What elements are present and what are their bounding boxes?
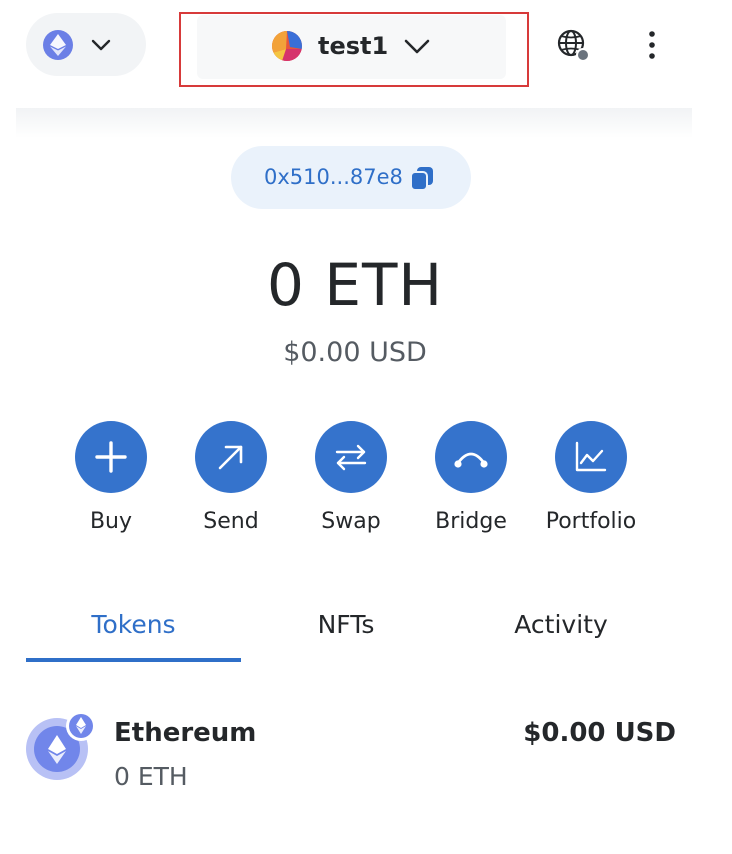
send-label: Send bbox=[203, 509, 259, 534]
arrow-up-right-icon bbox=[195, 421, 267, 493]
address-copy-button[interactable]: 0x510...87e8 bbox=[231, 146, 471, 209]
swap-arrows-icon bbox=[315, 421, 387, 493]
copy-icon bbox=[409, 165, 435, 195]
buy-label: Buy bbox=[89, 509, 133, 534]
bridge-button[interactable]: Bridge bbox=[406, 421, 536, 541]
asset-tabs: Tokens NFTs Activity bbox=[26, 600, 690, 662]
tab-tokens[interactable]: Tokens bbox=[26, 600, 241, 658]
bridge-label: Bridge bbox=[435, 509, 507, 534]
balance-fiat: $0.00 USD bbox=[283, 337, 427, 368]
bridge-icon bbox=[435, 421, 507, 493]
ethereum-token-icon bbox=[26, 711, 96, 781]
account-picker[interactable]: test1 bbox=[197, 15, 506, 79]
swap-label: Swap bbox=[321, 509, 381, 534]
account-avatar bbox=[272, 31, 302, 61]
tab-nfts[interactable]: NFTs bbox=[256, 600, 436, 658]
token-amount: 0 ETH bbox=[114, 762, 188, 791]
header-divider bbox=[16, 108, 692, 138]
portfolio-button[interactable]: Portfolio bbox=[526, 421, 656, 541]
send-button[interactable]: Send bbox=[166, 421, 296, 541]
token-fiat-value: $0.00 USD bbox=[523, 718, 676, 748]
balance-amount: 0 ETH bbox=[266, 251, 444, 319]
token-list-item[interactable]: Ethereum 0 ETH $0.00 USD bbox=[26, 705, 690, 805]
chart-icon bbox=[555, 421, 627, 493]
globe-icon[interactable] bbox=[556, 28, 592, 64]
kebab-menu-icon[interactable] bbox=[640, 28, 664, 64]
swap-button[interactable]: Swap bbox=[286, 421, 416, 541]
account-name: test1 bbox=[318, 32, 389, 60]
token-name: Ethereum bbox=[114, 718, 257, 748]
active-tab-indicator bbox=[26, 658, 241, 662]
portfolio-label: Portfolio bbox=[545, 509, 637, 534]
network-picker[interactable] bbox=[26, 13, 146, 76]
chevron-down-icon bbox=[402, 35, 432, 61]
account-address: 0x510...87e8 bbox=[264, 165, 403, 189]
ethereum-icon bbox=[43, 30, 73, 60]
chevron-down-icon bbox=[90, 35, 112, 59]
buy-button[interactable]: Buy bbox=[46, 421, 176, 541]
plus-icon bbox=[75, 421, 147, 493]
tab-activity[interactable]: Activity bbox=[466, 600, 656, 658]
